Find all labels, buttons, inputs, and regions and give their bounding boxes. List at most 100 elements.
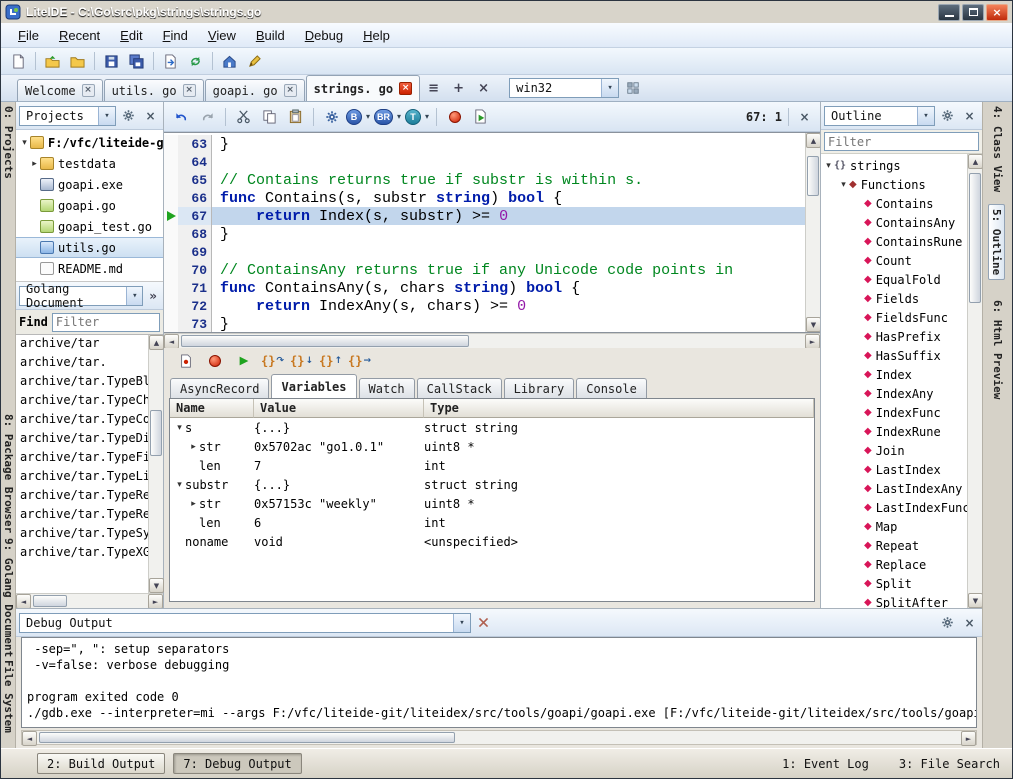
outline-item-fields[interactable]: ◆Fields [821, 289, 967, 308]
code-editor[interactable]: 63}6465// Contains returns true if subst… [164, 132, 820, 333]
step-out-icon[interactable]: {}↑ [319, 354, 342, 368]
open-file-icon[interactable] [41, 50, 64, 73]
scroll-up-icon[interactable]: ▲ [806, 133, 821, 148]
scrollbar-thumb[interactable] [150, 410, 162, 456]
doc-list-item[interactable]: archive/tar.TypeBlock [16, 374, 148, 393]
outline-item-containsrune[interactable]: ◆ContainsRune [821, 232, 967, 251]
project-tree-item-utils-go[interactable]: utils.go [16, 237, 163, 258]
outline-item-functions[interactable]: ▾◆Functions [821, 175, 967, 194]
code-line[interactable]: 70// ContainsAny returns true if any Uni… [164, 261, 805, 279]
chevron-down-icon[interactable]: ▾ [397, 112, 401, 121]
editor-scrollbar[interactable]: ▲ ▼ [805, 133, 820, 332]
new-file-icon[interactable] [7, 50, 30, 73]
cut-icon[interactable] [232, 105, 255, 128]
outline-filter-input[interactable] [824, 132, 979, 151]
outline-item-fieldsfunc[interactable]: ◆FieldsFunc [821, 308, 967, 327]
side-tab-9-golang-document[interactable]: 9: Golang Document [2, 538, 15, 657]
debug-tab-watch[interactable]: Watch [359, 378, 415, 398]
expander-icon[interactable]: ▾ [174, 423, 185, 433]
tab-close-icon[interactable]: × [183, 84, 196, 97]
code-line[interactable]: 69 [164, 243, 805, 261]
debug-tab-console[interactable]: Console [576, 378, 647, 398]
code-line[interactable]: 71func ContainsAny(s, chars string) bool… [164, 279, 805, 297]
open-folder-icon[interactable] [66, 50, 89, 73]
code-line[interactable]: 67 return Index(s, substr) >= 0 [164, 207, 805, 225]
editor-hscrollbar[interactable]: ◄ ► [164, 333, 820, 348]
stop-debug-icon[interactable] [203, 350, 226, 373]
outline-view-combo[interactable]: Outline ▾ [824, 106, 935, 126]
line-number[interactable]: 69 [178, 243, 212, 261]
doc-list-hscrollbar[interactable]: ◄ ► [16, 593, 163, 608]
copy-icon[interactable] [258, 105, 281, 128]
expander-icon[interactable]: ▸ [29, 159, 40, 169]
scroll-right-icon[interactable]: ► [148, 594, 163, 609]
variable-row-noname[interactable]: nonamevoid<unspecified> [170, 532, 814, 551]
menu-item-find[interactable]: Find [154, 25, 197, 46]
column-header-type[interactable]: Type [424, 399, 814, 418]
line-number[interactable]: 70 [178, 261, 212, 279]
tab-strings-go[interactable]: strings. go× [306, 75, 420, 101]
output-view-combo[interactable]: Debug Output ▾ [19, 613, 471, 633]
outline-item-equalfold[interactable]: ◆EqualFold [821, 270, 967, 289]
tab-close-icon[interactable]: × [399, 82, 412, 95]
title-bar[interactable]: LiteIDE - C:\Go\src\pkg\strings\strings.… [1, 1, 1012, 23]
tab-close-icon[interactable]: × [284, 84, 297, 97]
test-button[interactable]: T [405, 109, 421, 125]
side-tab-6-html-preview[interactable]: 6: Html Preview [991, 300, 1004, 399]
clear-output-icon[interactable] [474, 613, 493, 632]
menu-item-recent[interactable]: Recent [50, 25, 109, 46]
outline-item-map[interactable]: ◆Map [821, 517, 967, 536]
editor-close-icon[interactable]: × [795, 107, 814, 126]
scrollbar-thumb[interactable] [807, 156, 819, 196]
split-editor-icon[interactable]: + [447, 77, 470, 100]
env-edit-icon[interactable] [621, 77, 644, 100]
line-number[interactable]: 66 [178, 189, 212, 207]
status-file-search[interactable]: 3: File Search [899, 757, 1000, 771]
home-icon[interactable] [218, 50, 241, 73]
variable-row-len[interactable]: len7int [170, 456, 814, 475]
doc-list-item[interactable]: archive/tar.TypeReg [16, 488, 148, 507]
status-event-log[interactable]: 1: Event Log [782, 757, 869, 771]
doc-list-item[interactable]: archive/tar.TypeRegA [16, 507, 148, 526]
start-debug-icon[interactable] [469, 105, 492, 128]
chevron-down-icon[interactable]: ▾ [453, 614, 470, 632]
doc-list-item[interactable]: archive/tar. [16, 355, 148, 374]
doc-list-scrollbar[interactable]: ▲ ▼ [148, 335, 163, 593]
panel-close-icon[interactable]: × [960, 613, 979, 632]
expander-icon[interactable]: ▾ [19, 138, 30, 148]
scroll-left-icon[interactable]: ◄ [16, 594, 31, 609]
project-tree-item-goapi-test-go[interactable]: goapi_test.go [16, 216, 163, 237]
project-tree-item-readme-md[interactable]: README.md [16, 258, 163, 279]
debug-tab-variables[interactable]: Variables [271, 374, 356, 398]
menu-item-help[interactable]: Help [354, 25, 399, 46]
variable-row-str[interactable]: ▸str0x57153c "weekly"uint8 * [170, 494, 814, 513]
minimize-button[interactable] [938, 4, 960, 21]
doc-list-item[interactable]: archive/tar.TypeChar [16, 393, 148, 412]
expander-icon[interactable]: ▾ [838, 180, 849, 190]
menu-item-build[interactable]: Build [247, 25, 294, 46]
line-number[interactable]: 64 [178, 153, 212, 171]
tab-goapi-go[interactable]: goapi. go× [205, 79, 305, 101]
debug-tab-library[interactable]: Library [504, 378, 575, 398]
outline-scrollbar[interactable]: ▲ ▼ [967, 154, 982, 608]
sidebar-view-combo[interactable]: Projects ▾ [19, 106, 116, 126]
reload-file-icon[interactable] [184, 50, 207, 73]
outline-item-hasprefix[interactable]: ◆HasPrefix [821, 327, 967, 346]
panel-menu-gear-icon[interactable] [938, 613, 957, 632]
side-tab-0-projects[interactable]: 0: Projects [2, 106, 15, 179]
doc-filter-input[interactable] [52, 313, 160, 332]
outline-item-lastindexfunc[interactable]: ◆LastIndexFunc [821, 498, 967, 517]
panel-close-icon[interactable]: × [960, 106, 979, 125]
scroll-left-icon[interactable]: ◄ [22, 731, 37, 746]
chevron-down-icon[interactable]: ▾ [425, 112, 429, 121]
outline-item-index[interactable]: ◆Index [821, 365, 967, 384]
status-debug-output-button[interactable]: 7: Debug Output [173, 753, 301, 774]
code-line[interactable]: 68} [164, 225, 805, 243]
menu-item-debug[interactable]: Debug [296, 25, 352, 46]
undo-icon[interactable] [170, 105, 193, 128]
project-tree-item-goapi-exe[interactable]: goapi.exe [16, 174, 163, 195]
line-number[interactable]: 65 [178, 171, 212, 189]
doc-list-item[interactable]: archive/tar.TypeDir [16, 431, 148, 450]
expander-icon[interactable]: ▸ [188, 499, 199, 509]
line-number[interactable]: 72 [178, 297, 212, 315]
